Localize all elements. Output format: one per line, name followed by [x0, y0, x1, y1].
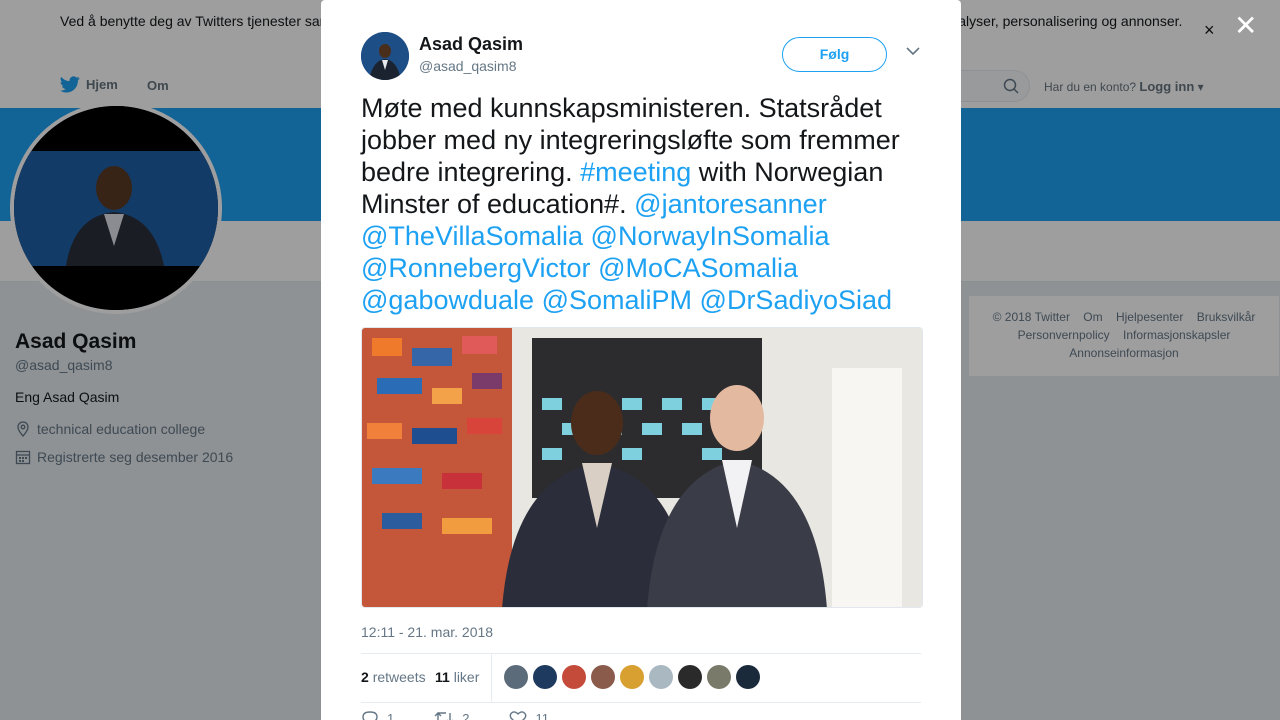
liker-avatars: [504, 665, 765, 689]
tweet-modal: Asad Qasim @asad_qasim8 Følg Møte med ku…: [321, 0, 961, 720]
mention-link[interactable]: @DrSadiyoSiad: [700, 285, 893, 315]
tweet-author-handle[interactable]: @asad_qasim8: [419, 58, 517, 74]
tweet-text: Møte med kunnskapsministeren. Statsrådet…: [361, 92, 926, 316]
like-label: liker: [453, 669, 480, 685]
liker-avatar[interactable]: [504, 665, 528, 689]
tweet-author-name[interactable]: Asad Qasim: [419, 34, 523, 55]
liker-avatar[interactable]: [562, 665, 586, 689]
reply-button[interactable]: 1: [361, 710, 394, 720]
mention-link[interactable]: @MoCASomalia: [598, 253, 798, 283]
tweet-photo[interactable]: [361, 327, 923, 608]
follow-button[interactable]: Følg: [782, 37, 887, 72]
retweet-button[interactable]: 2: [434, 710, 469, 720]
mention-link[interactable]: @jantoresanner: [634, 189, 827, 219]
close-icon[interactable]: ✕: [1234, 12, 1257, 40]
heart-icon: [510, 711, 527, 720]
mention-link[interactable]: @NorwayInSomalia: [591, 221, 830, 251]
liker-avatar[interactable]: [533, 665, 557, 689]
like-action-count: 11: [535, 710, 549, 720]
liker-avatar[interactable]: [649, 665, 673, 689]
liker-avatar[interactable]: [736, 665, 760, 689]
tweet-avatar[interactable]: [361, 32, 409, 80]
mention-link[interactable]: @TheVillaSomalia: [361, 221, 583, 251]
mention-link[interactable]: @SomaliPM: [542, 285, 692, 315]
retweet-icon: [434, 712, 454, 720]
liker-avatar[interactable]: [678, 665, 702, 689]
chevron-down-icon[interactable]: [906, 47, 920, 56]
like-stat[interactable]: 11 liker: [435, 669, 479, 685]
mention-link[interactable]: @gabowduale: [361, 285, 534, 315]
like-count: 11: [435, 669, 450, 685]
tweet-timestamp[interactable]: 12:11 - 21. mar. 2018: [361, 624, 493, 640]
hashtag-meeting[interactable]: #meeting: [580, 157, 691, 187]
retweet-stat[interactable]: 2 retweets: [361, 669, 426, 685]
tweet-actions: 1 2 11: [361, 710, 589, 720]
liker-avatar[interactable]: [707, 665, 731, 689]
retweet-label: retweets: [372, 669, 426, 685]
retweet-count: 2: [361, 669, 369, 685]
tweet-stats: 2 retweets 11 liker: [361, 653, 921, 703]
stat-divider: [491, 654, 492, 702]
mention-link[interactable]: @RonnebergVictor: [361, 253, 591, 283]
liker-avatar[interactable]: [591, 665, 615, 689]
retweet-action-count: 2: [462, 710, 470, 720]
liker-avatar[interactable]: [620, 665, 644, 689]
reply-count: 1: [387, 710, 395, 720]
like-button[interactable]: 11: [509, 710, 549, 720]
reply-icon: [362, 711, 378, 720]
